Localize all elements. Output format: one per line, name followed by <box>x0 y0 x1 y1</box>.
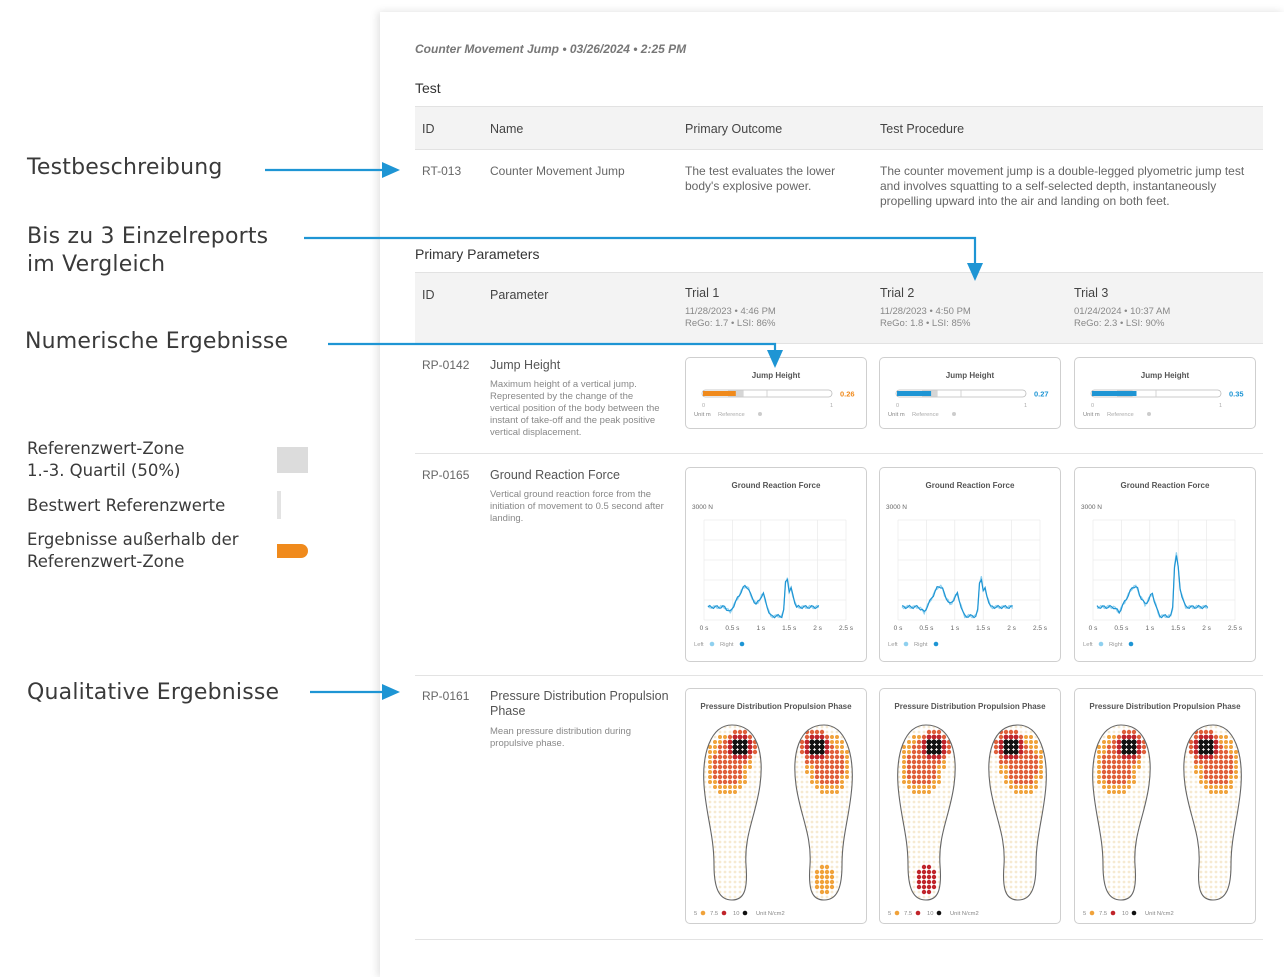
arrow-head <box>382 162 400 178</box>
arrow-head <box>967 263 983 281</box>
arrow-numeric <box>328 342 777 352</box>
arrow-head <box>767 350 783 368</box>
arrow-compare <box>304 236 977 266</box>
arrow-head <box>382 684 400 700</box>
annotation-arrows <box>265 162 983 700</box>
